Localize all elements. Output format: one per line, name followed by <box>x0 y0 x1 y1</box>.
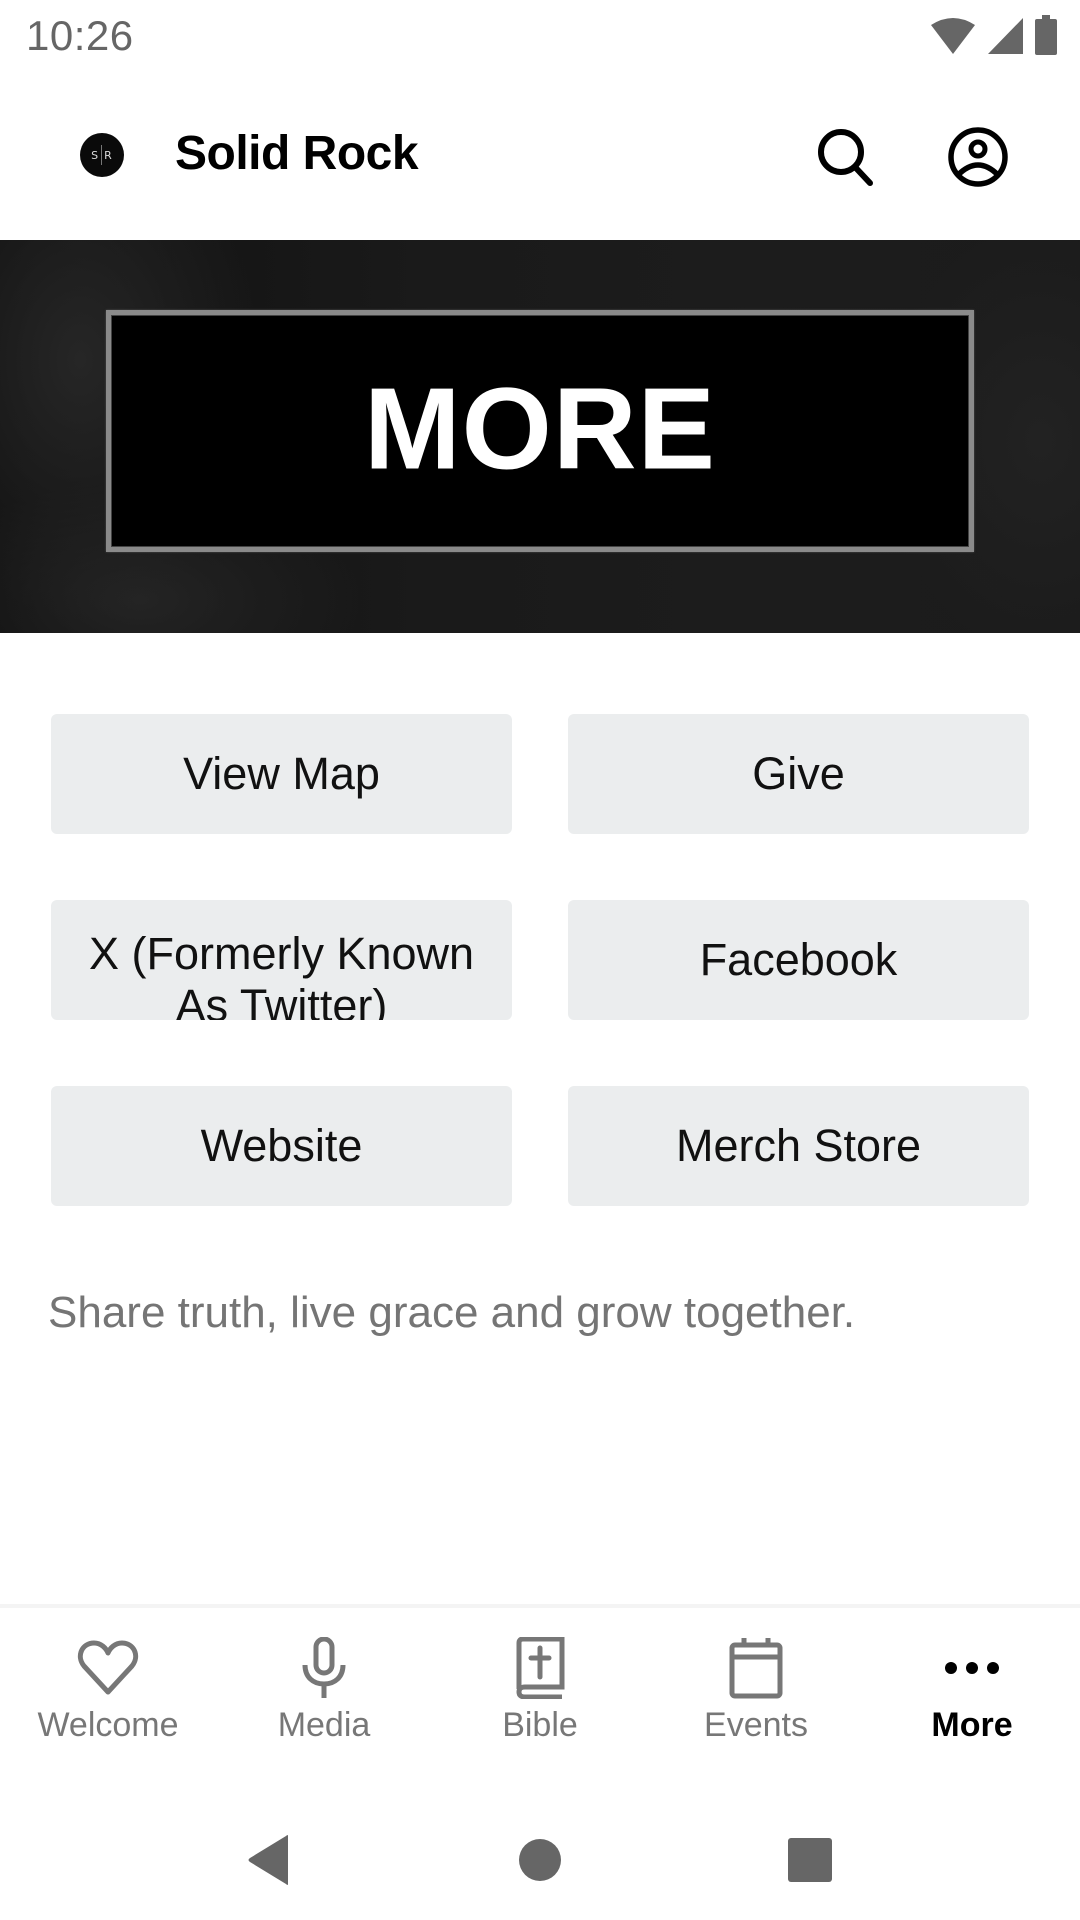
facebook-button[interactable]: Facebook <box>568 900 1029 1020</box>
status-time: 10:26 <box>26 12 134 59</box>
website-button[interactable]: Website <box>51 1086 512 1206</box>
links-grid: View Map Give X (Formerly Known As Twitt… <box>51 714 1029 1206</box>
church-logo: SR <box>80 133 124 177</box>
nav-label-events: Events <box>704 1706 808 1744</box>
hero-banner: MORE <box>0 240 1080 633</box>
heart-icon <box>77 1640 139 1695</box>
nav-label-bible: Bible <box>502 1706 578 1744</box>
nav-item-events[interactable]: Events <box>648 1608 864 1758</box>
search-icon <box>818 129 873 186</box>
bottom-nav: Welcome Media Bible Events More <box>0 1608 1080 1758</box>
banner-title: MORE <box>364 363 716 494</box>
home-icon <box>519 1839 561 1881</box>
view-map-button[interactable]: View Map <box>51 714 512 834</box>
app-title: Solid Rock <box>175 127 419 180</box>
status-icons <box>930 15 1058 55</box>
nav-item-bible[interactable]: Bible <box>432 1608 648 1758</box>
tagline: Share truth, live grace and grow togethe… <box>48 1288 856 1337</box>
microphone-icon <box>302 1637 346 1698</box>
cellular-signal-icon <box>988 18 1023 54</box>
system-recents-button[interactable] <box>780 1830 840 1890</box>
give-button[interactable]: Give <box>568 714 1029 834</box>
nav-label-welcome: Welcome <box>37 1706 179 1744</box>
nav-label-more: More <box>931 1706 1013 1744</box>
system-nav-bar <box>0 1780 1080 1920</box>
system-back-button[interactable] <box>239 1830 299 1890</box>
system-home-button[interactable] <box>510 1830 570 1890</box>
x-twitter-button[interactable]: X (Formerly Known As Twitter) <box>51 900 512 1020</box>
logo-letter-r: R <box>104 148 113 162</box>
battery-icon <box>1035 15 1057 55</box>
app-bar: SR Solid Rock <box>0 72 1080 240</box>
banner-frame: MORE <box>106 310 974 552</box>
account-icon <box>948 127 1008 187</box>
recents-icon <box>788 1838 832 1882</box>
nav-label-media: Media <box>277 1706 371 1744</box>
wifi-icon <box>931 18 975 54</box>
merch-store-button[interactable]: Merch Store <box>568 1086 1029 1206</box>
nav-item-more[interactable]: More <box>864 1608 1080 1758</box>
calendar-icon <box>729 1638 783 1699</box>
logo-letter-s: S <box>91 148 100 162</box>
nav-item-welcome[interactable]: Welcome <box>0 1608 216 1758</box>
back-icon <box>248 1835 288 1885</box>
nav-item-media[interactable]: Media <box>216 1608 432 1758</box>
account-button[interactable] <box>943 122 1013 192</box>
more-horizontal-icon <box>945 1662 999 1674</box>
status-bar: 10:26 <box>0 0 1080 72</box>
search-button[interactable] <box>811 122 881 192</box>
bible-icon <box>516 1637 565 1699</box>
